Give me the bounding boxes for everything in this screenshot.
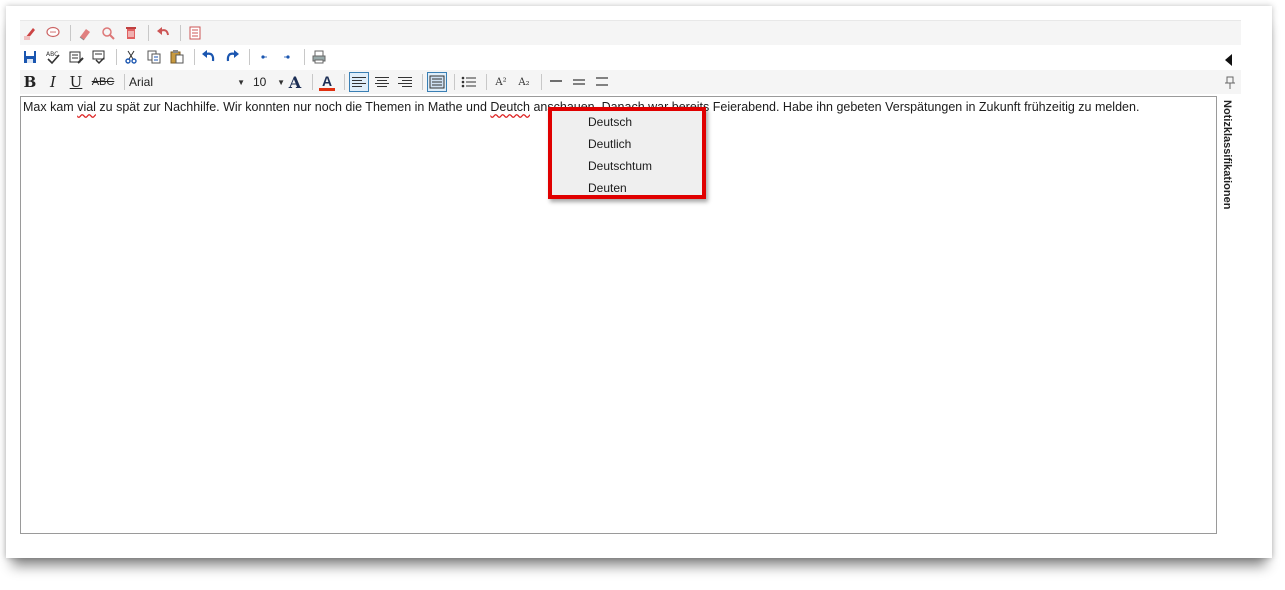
redo-icon[interactable] <box>222 47 242 67</box>
eraser-icon[interactable] <box>75 23 95 43</box>
main-toolbar: ABC <box>20 46 1241 68</box>
separator <box>116 49 117 65</box>
strikethrough-button[interactable]: ABC <box>89 72 117 92</box>
bold-button[interactable]: B <box>20 72 40 92</box>
undo-arrow-icon[interactable] <box>153 23 173 43</box>
undo-icon[interactable] <box>199 47 219 67</box>
top-toolbar <box>20 20 1241 45</box>
side-panel: Notizklassifikationen <box>1219 46 1245 534</box>
save-icon[interactable] <box>20 47 40 67</box>
font-color-button[interactable]: A <box>317 72 337 92</box>
font-size-select[interactable]: 10 ▼ <box>253 73 285 91</box>
collapse-arrow-icon[interactable] <box>1225 54 1232 66</box>
side-panel-label[interactable]: Notizklassifikationen <box>1221 100 1233 209</box>
font-color-letter: A <box>321 72 333 89</box>
spellcheck-icon[interactable]: ABC <box>43 47 63 67</box>
line-spacing-single-button[interactable] <box>546 72 566 92</box>
speech-bubble-icon[interactable] <box>43 23 63 43</box>
font-color-swatch <box>319 87 335 91</box>
underline-button[interactable]: U <box>66 72 86 92</box>
separator <box>312 74 313 90</box>
trash-icon[interactable] <box>121 23 141 43</box>
misspelled-word-selected[interactable]: Deutch <box>490 100 530 114</box>
separator <box>486 74 487 90</box>
chevron-down-icon: ▼ <box>277 77 285 87</box>
document-icon[interactable] <box>185 23 205 43</box>
print-icon[interactable] <box>309 47 329 67</box>
line-spacing-medium-button[interactable] <box>569 72 589 92</box>
justify-button[interactable] <box>427 72 447 92</box>
separator <box>454 74 455 90</box>
text-segment: zu spät zur Nachhilfe. Wir konnten nur n… <box>95 100 491 114</box>
paste-icon[interactable] <box>167 47 187 67</box>
misspelled-word[interactable]: vial <box>77 100 96 114</box>
bullet-list-button[interactable] <box>459 72 479 92</box>
font-name-value: Arial <box>129 75 154 89</box>
check-doc-icon[interactable] <box>89 47 109 67</box>
grow-font-button[interactable]: A <box>285 72 305 92</box>
spelling-suggestions-menu: Deutsch Deutlich Deutschtum Deuten <box>548 107 706 199</box>
separator <box>422 74 423 90</box>
font-size-value: 10 <box>253 75 267 89</box>
separator <box>249 49 250 65</box>
cut-icon[interactable] <box>121 47 141 67</box>
text-segment: Max kam <box>23 100 78 114</box>
separator <box>194 49 195 65</box>
line-spacing-double-button[interactable] <box>592 72 612 92</box>
pin-icon[interactable] <box>1224 76 1236 95</box>
menu-item-suggestion[interactable]: Deutsch <box>552 111 702 133</box>
separator <box>70 25 71 41</box>
magnifier-icon[interactable] <box>98 23 118 43</box>
separator <box>541 74 542 90</box>
subscript-button[interactable]: A₂ <box>514 72 534 92</box>
font-name-select[interactable]: Arial ▼ <box>129 73 245 91</box>
separator <box>148 25 149 41</box>
align-center-button[interactable] <box>372 72 392 92</box>
chevron-down-icon: ▼ <box>237 77 245 87</box>
align-left-button[interactable] <box>349 72 369 92</box>
separator <box>344 74 345 90</box>
superscript-button[interactable]: A² <box>491 72 511 92</box>
menu-item-suggestion[interactable]: Deuten <box>552 177 702 199</box>
dot-left-icon[interactable] <box>254 47 274 67</box>
menu-item-suggestion[interactable]: Deutlich <box>552 133 702 155</box>
dot-right-icon[interactable] <box>277 47 297 67</box>
pen-note-icon[interactable] <box>20 23 40 43</box>
menu-item-suggestion[interactable]: Deutschtum <box>552 155 702 177</box>
separator <box>124 74 125 90</box>
copy-icon[interactable] <box>144 47 164 67</box>
italic-button[interactable]: I <box>43 72 63 92</box>
format-toolbar: B I U ABC Arial ▼ 10 ▼ A A A² A₂ <box>20 70 1241 94</box>
align-right-button[interactable] <box>395 72 415 92</box>
separator <box>304 49 305 65</box>
edit-doc-icon[interactable] <box>66 47 86 67</box>
separator <box>180 25 181 41</box>
